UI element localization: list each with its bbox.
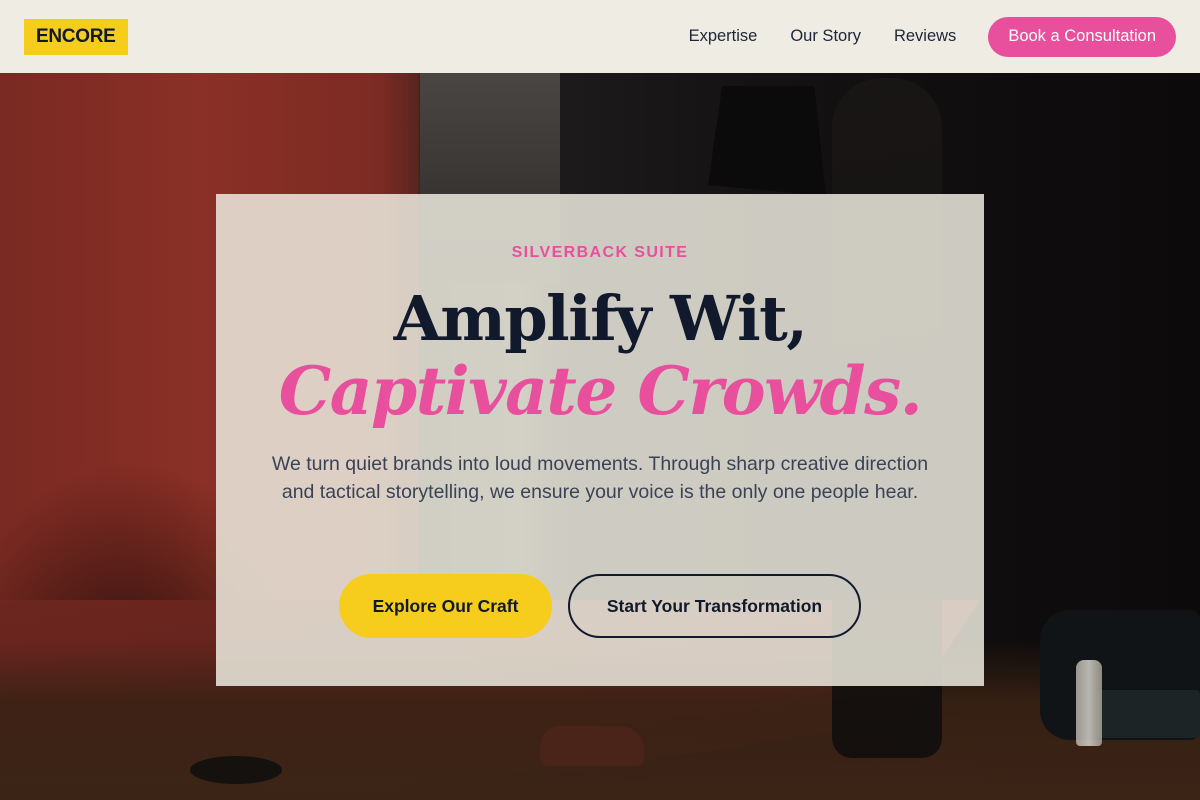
water-bottle: [1076, 660, 1102, 746]
start-transformation-button[interactable]: Start Your Transformation: [568, 574, 861, 638]
brand-logo[interactable]: ENCORE: [24, 18, 128, 55]
hero-card: SILVERBACK SUITE Amplify Wit, Captivate …: [216, 194, 984, 686]
equipment-case: [1098, 690, 1200, 738]
floor-disc: [190, 756, 282, 784]
nav-link-expertise[interactable]: Expertise: [689, 27, 758, 46]
nav-links: Expertise Our Story Reviews Book a Consu…: [689, 16, 1176, 57]
hero-headline-line2: Captivate Crowds.: [278, 352, 923, 430]
studio-lamp: [708, 86, 826, 196]
shoe: [540, 726, 644, 766]
nav-link-our-story[interactable]: Our Story: [790, 27, 861, 46]
explore-our-craft-button[interactable]: Explore Our Craft: [339, 574, 552, 638]
nav-link-reviews[interactable]: Reviews: [894, 27, 956, 46]
hero-eyebrow: SILVERBACK SUITE: [511, 244, 689, 261]
top-navbar: ENCORE Expertise Our Story Reviews Book …: [0, 0, 1200, 73]
hero-button-row: Explore Our Craft Start Your Transformat…: [216, 574, 984, 638]
hero-headline-line1: Amplify Wit,: [393, 282, 808, 355]
hero-body-text: We turn quiet brands into loud movements…: [271, 453, 929, 503]
book-consultation-button[interactable]: Book a Consultation: [988, 16, 1176, 57]
